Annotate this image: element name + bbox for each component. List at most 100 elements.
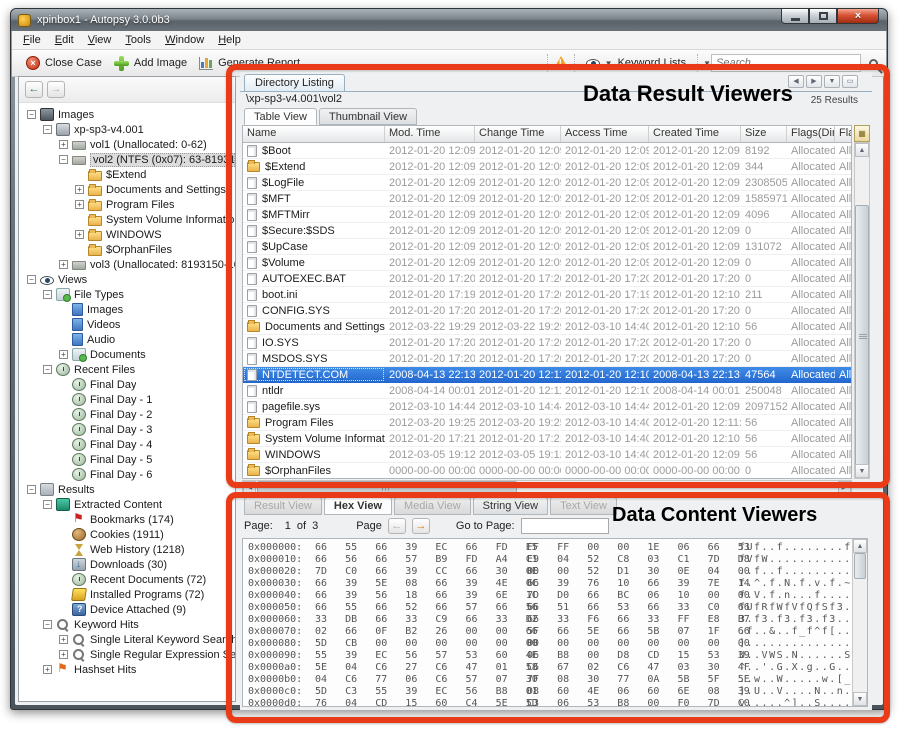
- tree-item-final-day-2[interactable]: Final Day - 2: [19, 407, 235, 422]
- tree-item-xp-sp3-v4-001[interactable]: −xp-sp3-v4.001: [19, 122, 235, 137]
- table-row-secure-sds[interactable]: $Secure:$SDS2012-01-20 12:09:032012-01-2…: [243, 223, 851, 239]
- column-header-name[interactable]: Name: [243, 126, 385, 142]
- tree-item-final-day-4[interactable]: Final Day - 4: [19, 437, 235, 452]
- table-row-ntldr[interactable]: ntldr2008-04-14 00:01:442012-01-20 12:11…: [243, 383, 851, 399]
- menu-edit[interactable]: Edit: [48, 32, 81, 48]
- goto-page-input[interactable]: [521, 518, 609, 534]
- collapse-icon[interactable]: −: [43, 290, 52, 299]
- table-row-volume[interactable]: $Volume2012-01-20 12:09:032012-01-20 12:…: [243, 255, 851, 271]
- close-case-button[interactable]: × Close Case: [20, 54, 108, 72]
- panel-next-icon[interactable]: ▶: [806, 75, 822, 88]
- table-row-boot-ini[interactable]: boot.ini2012-01-20 17:19:252012-01-20 17…: [243, 287, 851, 303]
- tree-item-bookmarks-174[interactable]: Bookmarks (174): [19, 512, 235, 527]
- search-icon[interactable]: [869, 59, 878, 68]
- column-header-mod-time[interactable]: Mod. Time: [385, 126, 475, 142]
- table-row-documents-and-settings[interactable]: Documents and Settings2012-03-22 19:29:5…: [243, 319, 851, 335]
- tree-item-views[interactable]: −Views: [19, 272, 235, 287]
- expand-icon[interactable]: +: [59, 260, 68, 269]
- table-horizontal-scrollbar[interactable]: ◀ ▶: [242, 480, 852, 494]
- forward-button[interactable]: →: [47, 81, 65, 98]
- tree-item-audio[interactable]: Audio: [19, 332, 235, 347]
- menu-view[interactable]: View: [81, 32, 119, 48]
- tree-item-vol2-ntfs-0x07-63-8193149[interactable]: −vol2 (NTFS (0x07): 63-8193149): [19, 152, 235, 167]
- collapse-icon[interactable]: −: [27, 110, 36, 119]
- tree-item-final-day[interactable]: Final Day: [19, 377, 235, 392]
- scrollbar-thumb-h[interactable]: [257, 481, 517, 493]
- scroll-right-icon[interactable]: ▶: [838, 481, 851, 493]
- table-row-program-files[interactable]: Program Files2012-03-20 19:25:022012-03-…: [243, 415, 851, 431]
- tree-item-downloads-30[interactable]: Downloads (30): [19, 557, 235, 572]
- generate-report-button[interactable]: Generate Report: [193, 55, 306, 72]
- collapse-icon[interactable]: −: [43, 620, 52, 629]
- column-header-size[interactable]: Size: [741, 126, 787, 142]
- tab-hex-view[interactable]: Hex View: [324, 497, 392, 515]
- tree-item-results[interactable]: −Results: [19, 482, 235, 497]
- collapse-icon[interactable]: −: [27, 485, 36, 494]
- tree-item-images[interactable]: Images: [19, 302, 235, 317]
- tree-item-images[interactable]: −Images: [19, 107, 235, 122]
- title-bar[interactable]: xpinbox1 - Autopsy 3.0.0b3 ×: [11, 9, 887, 31]
- add-image-button[interactable]: Add Image: [108, 54, 193, 73]
- tree-item-videos[interactable]: Videos: [19, 317, 235, 332]
- tab-string-view[interactable]: String View: [473, 497, 548, 515]
- expand-icon[interactable]: +: [59, 350, 68, 359]
- directory-listing-tab[interactable]: Directory Listing: [244, 74, 345, 91]
- table-row-system-volume-information[interactable]: System Volume Information2012-01-20 17:2…: [243, 431, 851, 447]
- collapse-icon[interactable]: −: [43, 365, 52, 374]
- tree-item-system-volume-information[interactable]: System Volume Information: [19, 212, 235, 227]
- menu-window[interactable]: Window: [158, 32, 211, 48]
- table-row-orphanfiles[interactable]: $OrphanFiles0000-00-00 00:00:000000-00-0…: [243, 463, 851, 479]
- column-settings-icon[interactable]: ▦: [854, 125, 870, 142]
- page-next-button[interactable]: →: [412, 518, 430, 534]
- tree-item-extracted-content[interactable]: −Extracted Content: [19, 497, 235, 512]
- collapse-icon[interactable]: −: [43, 500, 52, 509]
- tree-item-final-day-3[interactable]: Final Day - 3: [19, 422, 235, 437]
- table-row-extend[interactable]: $Extend2012-01-20 12:09:032012-01-20 12:…: [243, 159, 851, 175]
- column-header-created-time[interactable]: Created Time: [649, 126, 741, 142]
- table-row-boot[interactable]: $Boot2012-01-20 12:09:032012-01-20 12:09…: [243, 143, 851, 159]
- minimize-button[interactable]: [781, 9, 809, 24]
- column-header-access-time[interactable]: Access Time: [561, 126, 649, 142]
- table-row-io-sys[interactable]: IO.SYS2012-01-20 17:20:492012-01-20 17:2…: [243, 335, 851, 351]
- tree-item-recent-files[interactable]: −Recent Files: [19, 362, 235, 377]
- column-header-flags-dir[interactable]: Flags(Dir): [787, 126, 835, 142]
- warning-icon[interactable]: [553, 56, 569, 70]
- scroll-down-icon[interactable]: ▼: [855, 464, 869, 478]
- expand-icon[interactable]: +: [75, 200, 84, 209]
- tree-item-windows[interactable]: +WINDOWS: [19, 227, 235, 242]
- table-row-mftmirr[interactable]: $MFTMirr2012-01-20 12:09:032012-01-20 12…: [243, 207, 851, 223]
- tree-item-documents[interactable]: +Documents: [19, 347, 235, 362]
- expand-icon[interactable]: +: [75, 230, 84, 239]
- tree-item-final-day-1[interactable]: Final Day - 1: [19, 392, 235, 407]
- tree-item-hashset-hits[interactable]: +Hashset Hits: [19, 662, 235, 677]
- scroll-left-icon[interactable]: ◀: [243, 481, 256, 493]
- column-header-change-time[interactable]: Change Time: [475, 126, 561, 142]
- panel-maximize-icon[interactable]: ▭: [842, 75, 858, 88]
- tree-item-single-literal-keyword-search-0[interactable]: +Single Literal Keyword Search (0): [19, 632, 235, 647]
- panel-menu-icon[interactable]: ▼: [824, 75, 840, 88]
- collapse-icon[interactable]: −: [43, 125, 52, 134]
- column-header-flags[interactable]: Flags(: [835, 126, 852, 142]
- panel-prev-icon[interactable]: ◀: [788, 75, 804, 88]
- tab-thumbnail-view[interactable]: Thumbnail View: [319, 108, 417, 125]
- table-row-pagefile-sys[interactable]: pagefile.sys2012-03-10 14:44:292012-03-1…: [243, 399, 851, 415]
- menu-file[interactable]: File: [16, 32, 48, 48]
- table-row-windows[interactable]: WINDOWS2012-03-05 19:12:382012-03-05 19:…: [243, 447, 851, 463]
- hex-scroll-down-icon[interactable]: ▼: [853, 692, 867, 706]
- menu-help[interactable]: Help: [211, 32, 248, 48]
- expand-icon[interactable]: +: [59, 140, 68, 149]
- tree-item-cookies-1911[interactable]: Cookies (1911): [19, 527, 235, 542]
- tree-item-vol3-unallocated-8193150-10485215[interactable]: +vol3 (Unallocated: 8193150-10485215): [19, 257, 235, 272]
- scroll-up-icon[interactable]: ▲: [855, 143, 869, 157]
- tree-item-final-day-6[interactable]: Final Day - 6: [19, 467, 235, 482]
- tree-item-keyword-hits[interactable]: −Keyword Hits: [19, 617, 235, 632]
- table-row-mft[interactable]: $MFT2012-01-20 12:09:032012-01-20 12:09:…: [243, 191, 851, 207]
- tree-item-final-day-5[interactable]: Final Day - 5: [19, 452, 235, 467]
- page-prev-button[interactable]: ←: [388, 518, 406, 534]
- back-button[interactable]: ←: [25, 81, 43, 98]
- expand-icon[interactable]: +: [75, 185, 84, 194]
- expand-icon[interactable]: +: [59, 635, 68, 644]
- menu-tools[interactable]: Tools: [118, 32, 158, 48]
- tree-item-single-regular-expression-search-0[interactable]: +Single Regular Expression Search (0): [19, 647, 235, 662]
- keyword-lists-button[interactable]: ▼ Keyword Lists: [580, 55, 692, 71]
